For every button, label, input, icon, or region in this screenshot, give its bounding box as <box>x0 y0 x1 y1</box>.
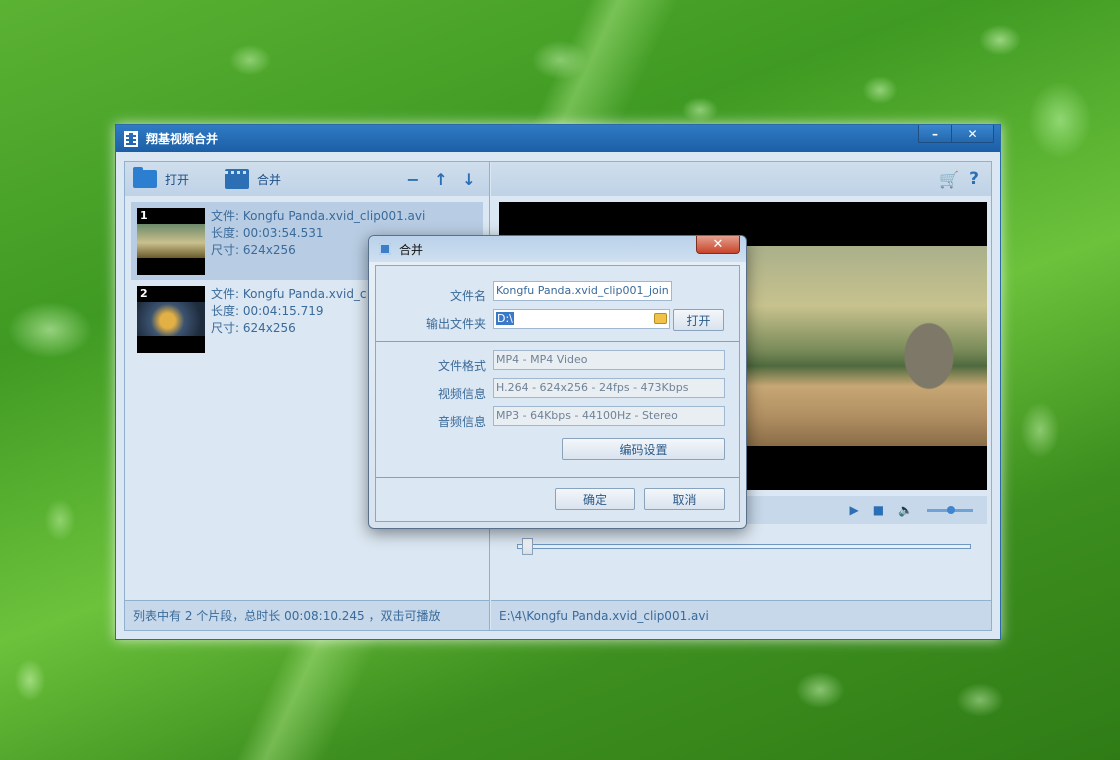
video-info-field: H.264 - 624x256 - 24fps - 473Kbps <box>493 378 725 398</box>
clip-thumbnail: 2 <box>137 286 205 353</box>
clip-length: 长度: 00:04:15.719 <box>211 304 324 318</box>
seek-bar[interactable] <box>517 538 971 555</box>
merge-dialog: 合并 ✕ 文件名 Kongfu Panda.xvid_clip001_join … <box>368 235 747 529</box>
open-button[interactable]: 打开 <box>133 167 190 188</box>
status-bar-right: E:\4\Kongfu Panda.xvid_clip001.avi <box>491 600 991 630</box>
video-info-label: 视频信息 <box>437 387 486 401</box>
browse-folder-icon[interactable] <box>654 313 667 324</box>
separator <box>376 477 739 478</box>
format-field: MP4 - MP4 Video <box>493 350 725 370</box>
merge-label: 合并 <box>257 172 282 187</box>
clip-file: 文件: Kongfu Panda.xvid_c <box>211 287 367 301</box>
clip-thumbnail: 1 <box>137 208 205 275</box>
open-folder-button[interactable]: 打开 <box>673 309 724 331</box>
format-label: 文件格式 <box>437 359 486 373</box>
merge-film-icon <box>225 169 250 189</box>
close-button[interactable]: ✕ <box>952 125 994 143</box>
dialog-app-icon <box>379 243 391 255</box>
help-icon[interactable]: ? <box>969 169 979 189</box>
filename-field[interactable]: Kongfu Panda.xvid_clip001_join <box>493 281 672 301</box>
output-folder-label: 输出文件夹 <box>425 317 486 331</box>
volume-icon[interactable]: 🔈 <box>898 503 913 517</box>
window-title: 翔基视频合并 <box>146 132 219 146</box>
audio-info-label: 音频信息 <box>437 415 486 429</box>
list-order-controls: − ↑ ↓ <box>405 170 477 189</box>
dialog-body: 文件名 Kongfu Panda.xvid_clip001_join 输出文件夹… <box>375 265 740 522</box>
move-up-icon[interactable]: ↑ <box>433 170 449 189</box>
folder-icon <box>133 167 157 188</box>
move-down-icon[interactable]: ↓ <box>461 170 477 189</box>
ok-button[interactable]: 确定 <box>555 488 635 510</box>
cart-icon[interactable]: 🛒 <box>939 170 959 189</box>
encode-settings-button[interactable]: 编码设置 <box>562 438 725 460</box>
merge-button[interactable]: 合并 <box>189 169 281 189</box>
clip-file: 文件: Kongfu Panda.xvid_clip001.avi <box>211 209 426 223</box>
film-icon <box>124 130 138 147</box>
dialog-close-button[interactable]: ✕ <box>696 236 740 254</box>
stop-icon[interactable]: ■ <box>873 503 884 517</box>
filename-label: 文件名 <box>449 289 486 303</box>
minimize-button[interactable]: – <box>918 125 952 143</box>
seek-thumb[interactable] <box>522 538 533 555</box>
clip-meta: 文件: Kongfu Panda.xvid_c 长度: 00:04:15.719… <box>211 286 367 352</box>
title-bar: 翔基视频合并 – ✕ <box>116 125 1000 152</box>
thumbnail-image <box>137 302 205 336</box>
output-folder-field[interactable]: D:\ <box>493 309 670 329</box>
window-controls: – ✕ <box>918 125 994 143</box>
right-toolbar: 🛒 ? <box>491 162 991 196</box>
status-bar-left: 列表中有 2 个片段，总时长 00:08:10.245 ，双击可播放 <box>125 600 489 630</box>
clip-size: 尺寸: 624x256 <box>211 321 296 335</box>
remove-icon[interactable]: − <box>405 170 421 189</box>
left-toolbar: 打开 合并 − ↑ ↓ <box>125 162 489 196</box>
cancel-button[interactable]: 取消 <box>644 488 725 510</box>
volume-slider[interactable] <box>927 505 973 514</box>
output-folder-value: D:\ <box>496 312 514 325</box>
open-label: 打开 <box>165 172 190 187</box>
separator <box>376 341 739 342</box>
dialog-title-bar: 合并 ✕ <box>369 236 746 262</box>
clip-index: 2 <box>140 287 148 300</box>
audio-info-field: MP3 - 64Kbps - 44100Hz - Stereo <box>493 406 725 426</box>
dialog-title: 合并 <box>399 242 424 257</box>
play-icon[interactable]: ▶ <box>849 503 858 517</box>
clip-index: 1 <box>140 209 148 222</box>
thumbnail-image <box>137 224 205 258</box>
